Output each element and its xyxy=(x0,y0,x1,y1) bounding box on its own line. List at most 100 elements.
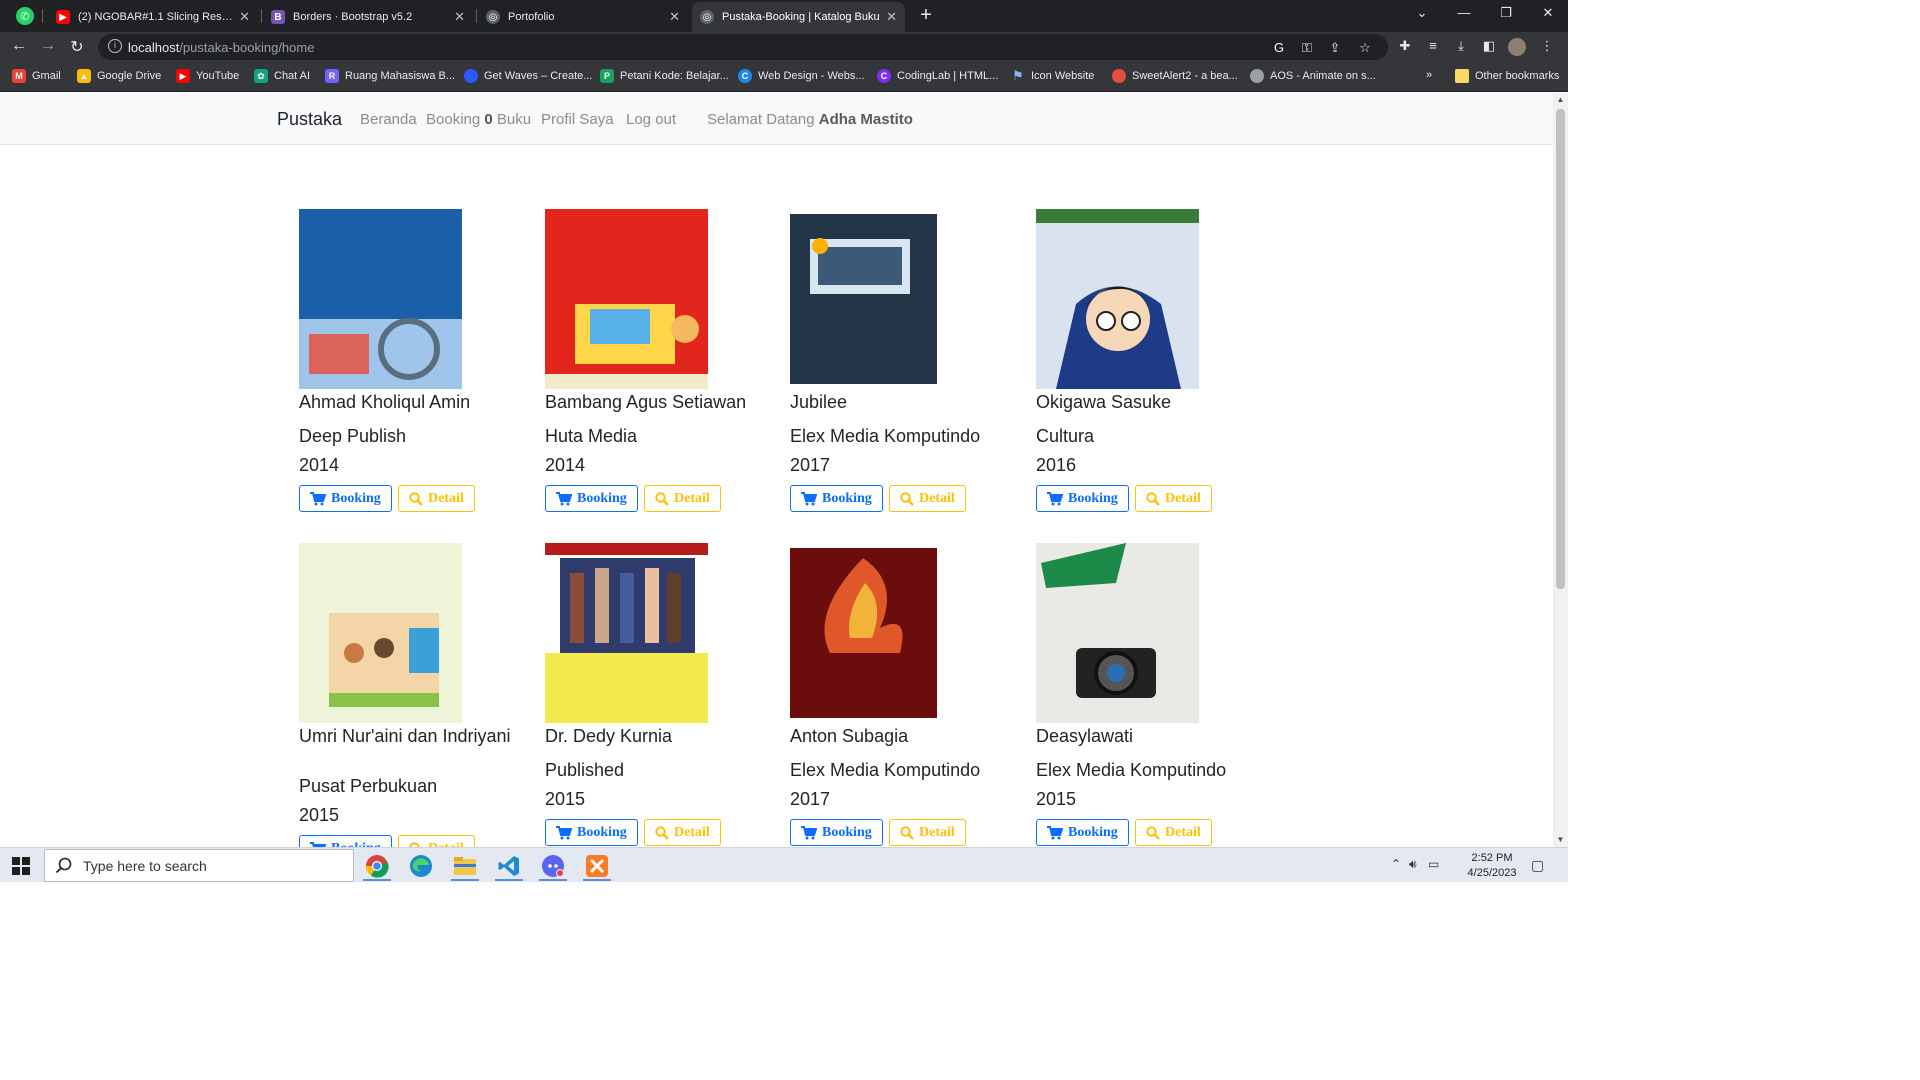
address-bar[interactable]: i localhost/pustaka-booking/home G ⚿ ⇪ ☆ xyxy=(98,34,1388,60)
detail-label: Detail xyxy=(1165,824,1201,840)
notification-icon[interactable]: ▢ xyxy=(1531,857,1544,874)
window-close-icon[interactable]: ✕ xyxy=(1538,5,1558,21)
book-cover-image[interactable] xyxy=(299,543,462,723)
nav-profil-saya[interactable]: Profil Saya xyxy=(541,111,614,128)
bookmark-get-waves[interactable]: Get Waves – Create... xyxy=(464,69,592,83)
bookmark-petani-kode[interactable]: P Petani Kode: Belajar... xyxy=(600,69,729,83)
detail-button[interactable]: Detail xyxy=(889,485,966,512)
chrome-taskbar-icon[interactable] xyxy=(359,851,395,881)
tray-chevron-up-icon[interactable]: ⌃ xyxy=(1391,857,1401,871)
google-lens-icon[interactable]: G xyxy=(1270,40,1288,55)
detail-button[interactable]: Detail xyxy=(398,835,475,847)
book-year: 2014 xyxy=(545,455,586,475)
booking-button[interactable]: Booking xyxy=(1036,485,1129,512)
network-icon[interactable]: ▭ xyxy=(1428,857,1439,871)
bookmark-chat-ai[interactable]: ✿ Chat AI xyxy=(254,69,310,83)
bookmark-ruang-mahasiswa[interactable]: R Ruang Mahasiswa B... xyxy=(325,69,455,83)
menu-kebab-icon[interactable]: ⋮ xyxy=(1538,38,1556,54)
tab-youtube[interactable]: ▶ (2) NGOBAR#1.1 Slicing Responsi ✕ xyxy=(48,2,258,32)
reload-icon[interactable]: ↻ xyxy=(67,37,87,57)
site-info-icon[interactable]: i xyxy=(108,39,122,53)
booking-button[interactable]: Booking xyxy=(545,485,638,512)
close-icon[interactable]: ✕ xyxy=(886,9,897,25)
bookmark-label: Ruang Mahasiswa B... xyxy=(345,70,456,82)
bookmark-codinglab[interactable]: C CodingLab | HTML... xyxy=(877,69,998,83)
bookmark-sweetalert2[interactable]: SweetAlert2 - a bea... xyxy=(1112,69,1238,83)
booking-button[interactable]: Booking xyxy=(299,835,392,847)
discord-taskbar-icon[interactable] xyxy=(535,851,571,881)
xampp-taskbar-icon[interactable] xyxy=(579,851,615,881)
profile-avatar-icon[interactable] xyxy=(1508,38,1526,56)
tab-search-chevron-icon[interactable]: ⌄ xyxy=(1412,5,1432,21)
download-icon[interactable]: ⤓ xyxy=(1452,38,1470,54)
booking-button[interactable]: Booking xyxy=(790,819,883,846)
nav-booking[interactable]: Booking 0 Buku xyxy=(426,111,531,128)
book-cover-image[interactable] xyxy=(1036,543,1199,723)
search-icon xyxy=(655,825,674,840)
bookmark-web-design[interactable]: C Web Design - Webs... xyxy=(738,69,865,83)
detail-button[interactable]: Detail xyxy=(1135,819,1212,846)
bookmark-gmail[interactable]: M Gmail xyxy=(12,69,61,83)
whatsapp-pinned-tab-icon[interactable]: ✆ xyxy=(16,7,34,25)
edge-taskbar-icon[interactable] xyxy=(403,851,439,881)
share-icon[interactable]: ⇪ xyxy=(1326,40,1344,56)
taskbar-clock[interactable]: 2:52 PM 4/25/2023 xyxy=(1462,851,1522,881)
reading-list-icon[interactable]: ≡ xyxy=(1424,38,1442,53)
minimize-icon[interactable]: — xyxy=(1454,5,1474,20)
detail-button[interactable]: Detail xyxy=(1135,485,1212,512)
book-cover-image[interactable] xyxy=(790,543,953,723)
bookmark-aos[interactable]: AOS - Animate on s... xyxy=(1250,69,1376,83)
clock-date: 4/25/2023 xyxy=(1467,867,1517,879)
book-cover-image[interactable] xyxy=(545,543,708,723)
windows-start-icon[interactable] xyxy=(12,857,30,875)
tab-portofolio[interactable]: ◎ Portofolio ✕ xyxy=(478,2,688,32)
nav-logout[interactable]: Log out xyxy=(626,111,676,128)
booking-button[interactable]: Booking xyxy=(545,819,638,846)
url-path: /pustaka-booking/home xyxy=(179,40,315,55)
active-indicator xyxy=(451,879,479,881)
volume-icon[interactable]: 🔊︎ xyxy=(1409,857,1417,872)
booking-button[interactable]: Booking xyxy=(299,485,392,512)
key-icon[interactable]: ⚿ xyxy=(1298,40,1316,56)
active-indicator xyxy=(363,879,391,881)
detail-label: Detail xyxy=(1165,490,1201,506)
booking-button[interactable]: Booking xyxy=(790,485,883,512)
bookmarks-overflow-icon[interactable]: » xyxy=(1426,69,1432,81)
tab-pustaka-booking[interactable]: ◎ Pustaka-Booking | Katalog Buku ✕ xyxy=(692,2,905,32)
url-text[interactable]: localhost/pustaka-booking/home xyxy=(128,40,314,55)
book-cover-image[interactable] xyxy=(545,209,708,389)
detail-button[interactable]: Detail xyxy=(644,819,721,846)
bookmark-star-icon[interactable]: ☆ xyxy=(1356,40,1374,56)
close-icon[interactable]: ✕ xyxy=(454,9,465,25)
back-arrow-icon[interactable]: ← xyxy=(9,37,29,55)
bookmark-google-drive[interactable]: ▲ Google Drive xyxy=(77,69,161,83)
book-cover-image[interactable] xyxy=(299,209,462,389)
scroll-down-arrow-icon[interactable]: ▼ xyxy=(1556,835,1565,844)
detail-button[interactable]: Detail xyxy=(644,485,721,512)
bookmark-icon-website[interactable]: ⚑ Icon Website xyxy=(1011,68,1094,83)
scroll-up-arrow-icon[interactable]: ▲ xyxy=(1556,95,1565,104)
scrollbar-thumb[interactable] xyxy=(1556,109,1565,589)
close-icon[interactable]: ✕ xyxy=(239,9,250,25)
file-explorer-taskbar-icon[interactable] xyxy=(447,851,483,881)
taskbar-search[interactable]: Type here to search xyxy=(44,849,354,882)
close-icon[interactable]: ✕ xyxy=(669,9,680,25)
new-tab-icon[interactable]: + xyxy=(916,4,936,27)
detail-button[interactable]: Detail xyxy=(889,819,966,846)
extensions-icon[interactable]: ✚ xyxy=(1396,38,1414,54)
restore-icon[interactable]: ❐ xyxy=(1496,5,1516,21)
navbar-brand[interactable]: Pustaka xyxy=(277,109,342,130)
side-panel-icon[interactable]: ◧ xyxy=(1480,38,1498,54)
detail-button[interactable]: Detail xyxy=(398,485,475,512)
nav-beranda[interactable]: Beranda xyxy=(360,111,417,128)
book-author: Dr. Dedy Kurnia xyxy=(545,726,673,746)
page-scrollbar[interactable]: ▲ ▼ xyxy=(1553,93,1568,847)
forward-arrow-icon[interactable]: → xyxy=(38,37,58,55)
booking-button[interactable]: Booking xyxy=(1036,819,1129,846)
bookmark-youtube[interactable]: ▶ YouTube xyxy=(176,69,239,83)
book-cover-image[interactable] xyxy=(790,209,953,389)
book-cover-image[interactable] xyxy=(1036,209,1199,389)
vscode-taskbar-icon[interactable] xyxy=(491,851,527,881)
tab-bootstrap[interactable]: B Borders · Bootstrap v5.2 ✕ xyxy=(263,2,473,32)
other-bookmarks-folder[interactable]: Other bookmarks xyxy=(1455,69,1559,83)
